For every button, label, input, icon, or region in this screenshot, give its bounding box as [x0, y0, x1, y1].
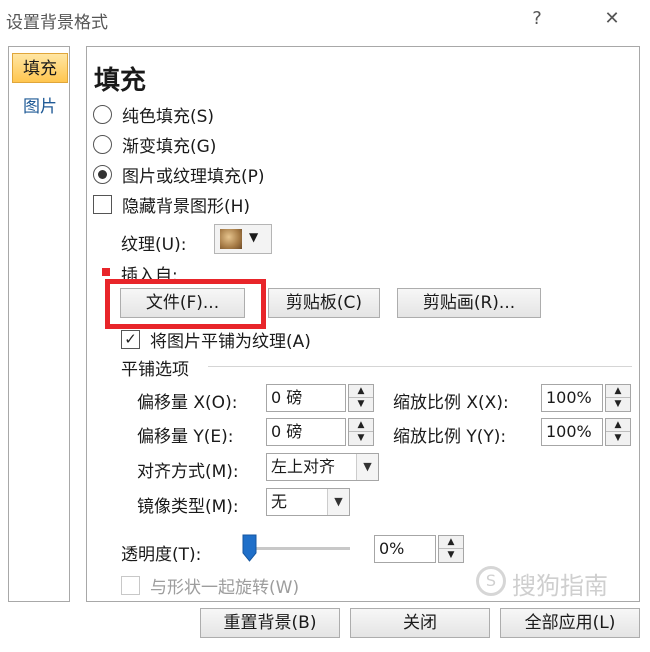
gradient-fill-label: 渐变填充(G): [122, 137, 217, 157]
hide-background-option[interactable]: 隐藏背景图形(H): [93, 192, 250, 217]
offset-x-input[interactable]: 0 磅: [266, 384, 346, 412]
alignment-value: 左上对齐: [271, 457, 336, 476]
nav-item-fill[interactable]: 填充: [12, 53, 68, 83]
mirror-type-select[interactable]: 无 ▼: [266, 488, 350, 516]
spin-down-icon[interactable]: ▼: [606, 432, 630, 445]
spin-up-icon[interactable]: ▲: [606, 385, 630, 398]
radio-gradient[interactable]: [93, 135, 112, 154]
dialog-title: 设置背景格式: [6, 13, 108, 33]
transparency-label: 透明度(T):: [121, 545, 202, 565]
reset-background-button[interactable]: 重置背景(B): [200, 608, 340, 638]
transparency-input[interactable]: 0%: [374, 535, 436, 563]
solid-fill-option[interactable]: 纯色填充(S): [93, 102, 214, 127]
scale-x-spinner[interactable]: ▲ ▼: [605, 384, 631, 412]
file-button[interactable]: 文件(F)...: [120, 288, 245, 318]
section-heading: 填充: [94, 66, 147, 96]
radio-solid[interactable]: [93, 105, 112, 124]
chevron-down-icon: ▼: [249, 230, 259, 244]
offset-y-spinner[interactable]: ▲ ▼: [348, 418, 374, 446]
spin-up-icon[interactable]: ▲: [349, 419, 373, 432]
mirror-type-label: 镜像类型(M):: [137, 497, 239, 517]
scale-y-label: 缩放比例 Y(Y):: [393, 427, 507, 447]
clipart-button[interactable]: 剪贴画(R)...: [397, 288, 541, 318]
close-button[interactable]: 关闭: [350, 608, 490, 638]
watermark-text: 搜狗指南: [512, 572, 608, 600]
picture-fill-option[interactable]: 图片或纹理填充(P): [93, 162, 265, 187]
transparency-spinner[interactable]: ▲ ▼: [438, 535, 464, 563]
close-window-button[interactable]: ✕: [597, 4, 627, 34]
spin-up-icon[interactable]: ▲: [349, 385, 373, 398]
chevron-down-icon[interactable]: ▼: [356, 454, 378, 480]
hide-background-label: 隐藏背景图形(H): [122, 197, 251, 217]
nav-item-picture[interactable]: 图片: [12, 92, 68, 122]
offset-y-label: 偏移量 Y(E):: [137, 427, 234, 447]
scale-x-input[interactable]: 100%: [541, 384, 603, 412]
spin-up-icon[interactable]: ▲: [606, 419, 630, 432]
transparency-slider-track[interactable]: [248, 547, 350, 550]
alignment-select[interactable]: 左上对齐 ▼: [266, 453, 379, 481]
spin-down-icon[interactable]: ▼: [439, 549, 463, 562]
spin-up-icon[interactable]: ▲: [439, 536, 463, 549]
tile-texture-label: 将图片平铺为纹理(A): [150, 332, 311, 352]
rotate-with-shape-checkbox[interactable]: [121, 576, 140, 595]
scale-y-input[interactable]: 100%: [541, 418, 603, 446]
texture-swatch: [220, 229, 242, 249]
help-button[interactable]: ?: [522, 4, 552, 34]
tile-texture-option[interactable]: ✓ 将图片平铺为纹理(A): [121, 327, 311, 352]
rotate-with-shape-label: 与形状一起旋转(W): [150, 578, 300, 598]
scale-y-spinner[interactable]: ▲ ▼: [605, 418, 631, 446]
rotate-with-shape-option[interactable]: 与形状一起旋转(W): [121, 573, 299, 598]
hide-background-checkbox[interactable]: [93, 195, 112, 214]
texture-label: 纹理(U):: [121, 235, 187, 255]
picture-fill-label: 图片或纹理填充(P): [122, 167, 265, 187]
gradient-fill-option[interactable]: 渐变填充(G): [93, 132, 216, 157]
offset-x-spinner[interactable]: ▲ ▼: [348, 384, 374, 412]
spin-down-icon[interactable]: ▼: [606, 398, 630, 411]
spin-down-icon[interactable]: ▼: [349, 398, 373, 411]
radio-picture[interactable]: [93, 165, 112, 184]
section-divider: [208, 366, 632, 367]
spin-down-icon[interactable]: ▼: [349, 432, 373, 445]
alignment-label: 对齐方式(M):: [137, 462, 239, 482]
clipboard-button[interactable]: 剪贴板(C): [268, 288, 380, 318]
tile-texture-checkbox[interactable]: ✓: [121, 330, 140, 349]
offset-x-label: 偏移量 X(O):: [137, 393, 238, 413]
scale-x-label: 缩放比例 X(X):: [393, 393, 509, 413]
texture-picker[interactable]: ▼: [214, 224, 272, 254]
nav-panel: 填充 图片: [8, 46, 70, 602]
marker-dot: [102, 268, 110, 276]
chevron-down-icon[interactable]: ▼: [327, 489, 349, 515]
mirror-type-value: 无: [271, 492, 288, 511]
transparency-slider-thumb[interactable]: [242, 534, 257, 562]
apply-all-button[interactable]: 全部应用(L): [500, 608, 640, 638]
solid-fill-label: 纯色填充(S): [122, 107, 215, 127]
watermark-logo-icon: S: [476, 566, 506, 596]
tile-options-label: 平铺选项: [121, 360, 189, 380]
offset-y-input[interactable]: 0 磅: [266, 418, 346, 446]
